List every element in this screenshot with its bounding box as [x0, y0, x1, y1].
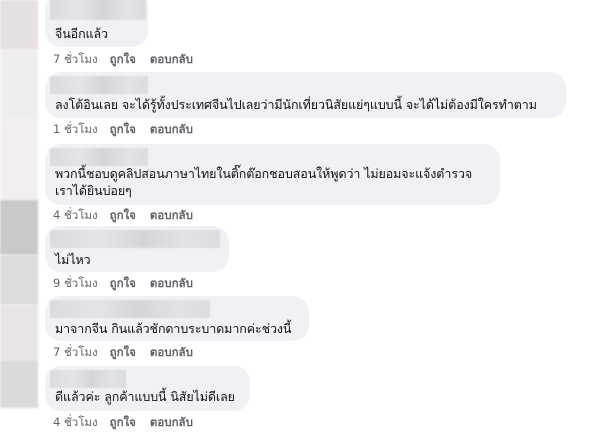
reply-button[interactable]: ตอบกลับ	[150, 345, 193, 359]
like-button[interactable]: ถูกใจ	[110, 208, 136, 222]
commenter-name-blurred[interactable]	[50, 230, 220, 248]
reply-button[interactable]: ตอบกลับ	[150, 276, 193, 290]
like-button[interactable]: ถูกใจ	[110, 122, 136, 136]
comment-bubble: ดีแล้วค่ะ ลูกค้าแบบนี้ นิสัยไม่ดีเลย	[45, 366, 250, 411]
comment-time[interactable]: 7 ชั่วโมง	[53, 52, 98, 66]
comment-actions: 1 ชั่วโมง ถูกใจ ตอบกลับ	[53, 121, 207, 139]
comment-text: ดีแล้วค่ะ ลูกค้าแบบนี้ นิสัยไม่ดีเลย	[55, 389, 235, 404]
comment-actions: 7 ชั่วโมง ถูกใจ ตอบกลับ	[53, 51, 207, 69]
comment-bubble: พวกนี้ชอบดูคลิปสอนภาษาไทยในติ๊กต๊อกชอบสอ…	[45, 144, 500, 205]
commenter-name-blurred[interactable]	[50, 0, 146, 20]
comment-bubble: จีนอีกแล้ว	[45, 0, 148, 47]
comment: ไม่ไหว 9 ชั่วโมง ถูกใจ ตอบกลับ	[0, 226, 600, 290]
comment-time[interactable]: 4 ชั่วโมง	[53, 415, 98, 429]
comment-time[interactable]: 4 ชั่วโมง	[53, 208, 98, 222]
comment-actions: 7 ชั่วโมง ถูกใจ ตอบกลับ	[53, 344, 207, 362]
comment: จีนอีกแล้ว 7 ชั่วโมง ถูกใจ ตอบกลับ	[0, 0, 600, 70]
like-button[interactable]: ถูกใจ	[110, 415, 136, 429]
reply-button[interactable]: ตอบกลับ	[150, 122, 193, 136]
comment-text: มาจากจีน กินแล้วชักดาบระบาดมากค่ะช่วงนี้	[55, 321, 292, 336]
comment-actions: 9 ชั่วโมง ถูกใจ ตอบกลับ	[53, 275, 207, 293]
comment: พวกนี้ชอบดูคลิปสอนภาษาไทยในติ๊กต๊อกชอบสอ…	[0, 144, 600, 228]
comment: ดีแล้วค่ะ ลูกค้าแบบนี้ นิสัยไม่ดีเลย 4 ช…	[0, 366, 600, 430]
reply-button[interactable]: ตอบกลับ	[150, 52, 193, 66]
reply-button[interactable]: ตอบกลับ	[150, 208, 193, 222]
commenter-name-blurred[interactable]	[50, 300, 210, 318]
comment: มาจากจีน กินแล้วชักดาบระบาดมากค่ะช่วงนี้…	[0, 296, 600, 360]
comment: ลงโต้อินเลย จะได้รู้ทั้งประเทศจีนไปเลยว่…	[0, 72, 600, 138]
like-button[interactable]: ถูกใจ	[110, 52, 136, 66]
comment-text: ลงโต้อินเลย จะได้รู้ทั้งประเทศจีนไปเลยว่…	[55, 97, 537, 112]
reply-button[interactable]: ตอบกลับ	[150, 415, 193, 429]
comment-bubble: ไม่ไหว	[45, 226, 229, 272]
comment-text-line2: เราได้ยินบ่อยๆ	[55, 183, 132, 198]
comment-actions: 4 ชั่วโมง ถูกใจ ตอบกลับ	[53, 207, 207, 225]
comment-time[interactable]: 7 ชั่วโมง	[53, 345, 98, 359]
commenter-name-blurred[interactable]	[50, 148, 148, 166]
comment-bubble: มาจากจีน กินแล้วชักดาบระบาดมากค่ะช่วงนี้	[45, 296, 309, 341]
comment-time[interactable]: 9 ชั่วโมง	[53, 276, 98, 290]
commenter-name-blurred[interactable]	[50, 370, 126, 388]
like-button[interactable]: ถูกใจ	[110, 276, 136, 290]
comment-actions: 4 ชั่วโมง ถูกใจ ตอบกลับ	[53, 414, 207, 432]
comment-text: ไม่ไหว	[55, 252, 91, 267]
commenter-name-blurred[interactable]	[50, 76, 148, 94]
like-button[interactable]: ถูกใจ	[110, 345, 136, 359]
comment-text: จีนอีกแล้ว	[55, 26, 108, 41]
comment-text-line1: พวกนี้ชอบดูคลิปสอนภาษาไทยในติ๊กต๊อกชอบสอ…	[55, 166, 473, 181]
comment-time[interactable]: 1 ชั่วโมง	[53, 122, 98, 136]
comment-bubble: ลงโต้อินเลย จะได้รู้ทั้งประเทศจีนไปเลยว่…	[45, 72, 566, 118]
